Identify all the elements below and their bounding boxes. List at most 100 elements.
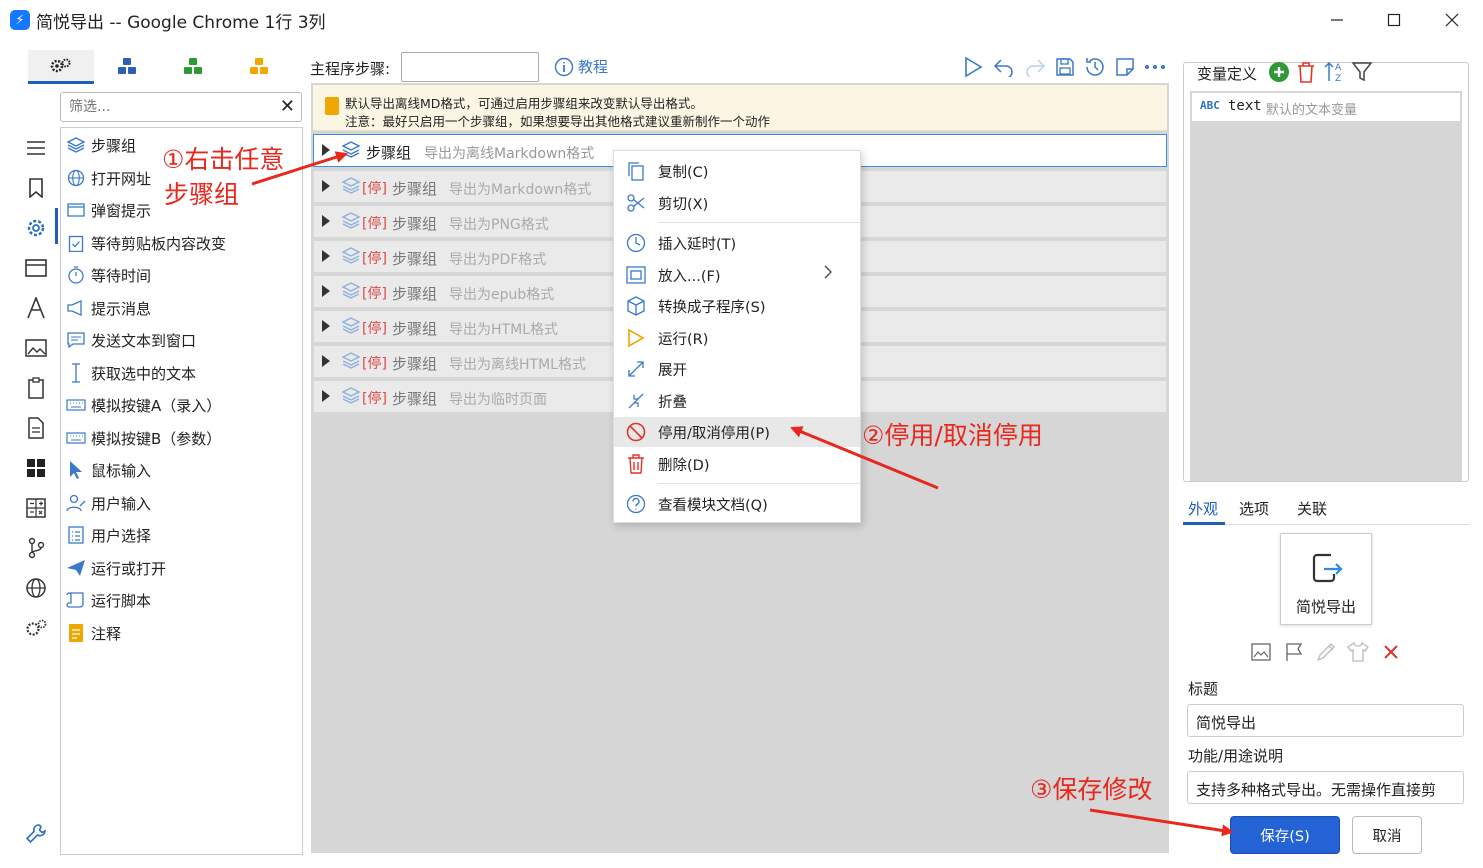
ban-icon — [614, 422, 658, 442]
filter-input[interactable] — [69, 97, 269, 117]
more-button[interactable] — [1142, 54, 1168, 80]
expand-arrow-icon[interactable] — [322, 285, 330, 297]
expand-arrow-icon[interactable] — [322, 355, 330, 367]
clipboard-check-icon — [65, 232, 87, 254]
filter-variables-button[interactable] — [1351, 61, 1373, 83]
eyedropper-icon[interactable] — [1314, 640, 1338, 664]
clipboard-icon[interactable] — [24, 376, 48, 400]
expand-arrow-icon[interactable] — [322, 390, 330, 402]
minimize-button[interactable] — [1314, 4, 1360, 36]
description-input[interactable]: 支持多种格式导出。无需操作直接剪 — [1187, 771, 1464, 804]
menu-item-convert-subroutine[interactable]: 转换成子程序(S) — [614, 291, 860, 321]
delete-variable-button[interactable] — [1296, 61, 1316, 83]
menu-item-collapse[interactable]: 折叠 — [614, 386, 860, 416]
list-item[interactable]: 等待剪贴板内容改变 — [65, 229, 226, 257]
close-window-button[interactable] — [1429, 4, 1475, 36]
tab-green-modules[interactable] — [160, 50, 226, 84]
action-preview-card[interactable]: 简悦导出 — [1280, 533, 1372, 625]
windows-logo-icon[interactable] — [24, 456, 48, 480]
list-item[interactable]: 用户选择 — [65, 521, 151, 549]
shirt-icon[interactable] — [1346, 640, 1370, 664]
run-button[interactable] — [960, 54, 986, 80]
bookmark-icon[interactable] — [24, 176, 48, 200]
text-font-icon[interactable] — [24, 296, 48, 320]
tab-blue-modules[interactable] — [94, 50, 160, 84]
list-item[interactable]: 等待时间 — [65, 261, 151, 289]
blue-cubes-icon — [118, 58, 136, 74]
steps-input[interactable] — [401, 52, 539, 82]
flag-icon[interactable] — [1282, 640, 1306, 664]
layers-icon — [341, 282, 361, 299]
list-item[interactable]: 注释 — [65, 619, 121, 647]
sort-variables-button[interactable]: AZ — [1323, 60, 1347, 84]
tab-options[interactable]: 选项 — [1239, 498, 1269, 519]
save-toolbar-button[interactable] — [1052, 54, 1078, 80]
wrench-icon[interactable] — [24, 822, 48, 846]
list-item[interactable]: 用户输入 — [65, 489, 151, 517]
maximize-button[interactable] — [1371, 4, 1417, 36]
expand-icon — [614, 360, 658, 378]
list-item[interactable]: 弹窗提示 — [65, 196, 151, 224]
expand-arrow-icon[interactable] — [322, 250, 330, 262]
expand-arrow-icon[interactable] — [322, 320, 330, 332]
tab-orange-modules[interactable] — [226, 50, 292, 84]
document-icon[interactable] — [24, 416, 48, 440]
image-icon[interactable] — [24, 336, 48, 360]
annotation-3: ③保存修改 — [1030, 775, 1153, 804]
expand-arrow-icon[interactable] — [322, 180, 330, 192]
menu-icon[interactable] — [24, 136, 48, 160]
list-item[interactable]: 提示消息 — [65, 294, 151, 322]
calculator-icon[interactable] — [24, 496, 48, 520]
minimize-icon — [1331, 19, 1343, 21]
list-item[interactable]: 步骤组 — [65, 131, 136, 159]
tutorial-link[interactable]: 教程 — [554, 56, 608, 77]
cancel-button[interactable]: 取消 — [1352, 816, 1422, 854]
list-item[interactable]: 获取选中的文本 — [65, 359, 196, 387]
menu-item-run[interactable]: 运行(R) — [614, 323, 860, 353]
clear-filter-icon[interactable]: ✕ — [280, 96, 295, 117]
list-item[interactable]: 发送文本到窗口 — [65, 326, 196, 354]
user-icon — [65, 492, 87, 514]
menu-item-delete[interactable]: 删除(D) — [614, 449, 860, 479]
tab-appearance[interactable]: 外观 — [1188, 498, 1218, 519]
sticky-note-icon — [1116, 58, 1134, 76]
settings-gear-icon[interactable] — [24, 216, 48, 240]
list-item[interactable]: 运行或打开 — [65, 554, 166, 582]
variable-row[interactable]: ABC text 默认的文本变量 — [1192, 93, 1460, 121]
expand-arrow-icon[interactable] — [322, 215, 330, 227]
history-icon — [1086, 58, 1104, 76]
menu-item-view-docs[interactable]: 查看模块文档(Q) — [614, 489, 860, 519]
list-item[interactable]: 运行脚本 — [65, 586, 151, 614]
remove-icon[interactable] — [1379, 640, 1403, 664]
browser-window-icon[interactable] — [24, 256, 48, 280]
image-icon[interactable] — [1249, 640, 1273, 664]
add-variable-button[interactable] — [1268, 61, 1290, 83]
timer-icon — [65, 264, 87, 286]
menu-item-copy[interactable]: 复制(C) — [614, 156, 860, 186]
branch-icon[interactable] — [24, 536, 48, 560]
notice-line-1: 默认导出离线MD格式，可通过启用步骤组来改变默认导出格式。 — [345, 96, 703, 111]
list-item[interactable]: 模拟按键A（录入） — [65, 391, 221, 419]
globe-icon[interactable] — [24, 576, 48, 600]
expand-arrow-icon[interactable] — [322, 144, 330, 156]
list-item[interactable]: 鼠标输入 — [65, 456, 151, 484]
save-button[interactable]: 保存(S) — [1230, 816, 1340, 854]
collapse-icon — [614, 392, 658, 410]
menu-item-toggle-disable[interactable]: 停用/取消停用(P) — [614, 417, 860, 447]
note-button[interactable] — [1112, 54, 1138, 80]
layers-icon — [341, 317, 361, 334]
annotation-1-line-2: 步骤组 — [164, 180, 240, 209]
menu-item-place-into[interactable]: 放入...(F) — [614, 260, 860, 290]
tab-relations[interactable]: 关联 — [1297, 498, 1327, 519]
history-button[interactable] — [1082, 54, 1108, 80]
menu-item-expand[interactable]: 展开 — [614, 354, 860, 384]
menu-item-cut[interactable]: 剪切(X) — [614, 188, 860, 218]
menu-item-insert-delay[interactable]: 插入延时(T) — [614, 228, 860, 258]
list-item[interactable]: 模拟按键B（参数） — [65, 424, 221, 452]
cogs-icon[interactable] — [24, 616, 48, 640]
tab-basic-actions[interactable] — [28, 50, 94, 84]
redo-button[interactable] — [1022, 54, 1048, 80]
list-item[interactable]: 打开网址 — [65, 164, 151, 192]
title-input[interactable]: 简悦导出 — [1187, 704, 1464, 737]
undo-button[interactable] — [991, 54, 1017, 80]
